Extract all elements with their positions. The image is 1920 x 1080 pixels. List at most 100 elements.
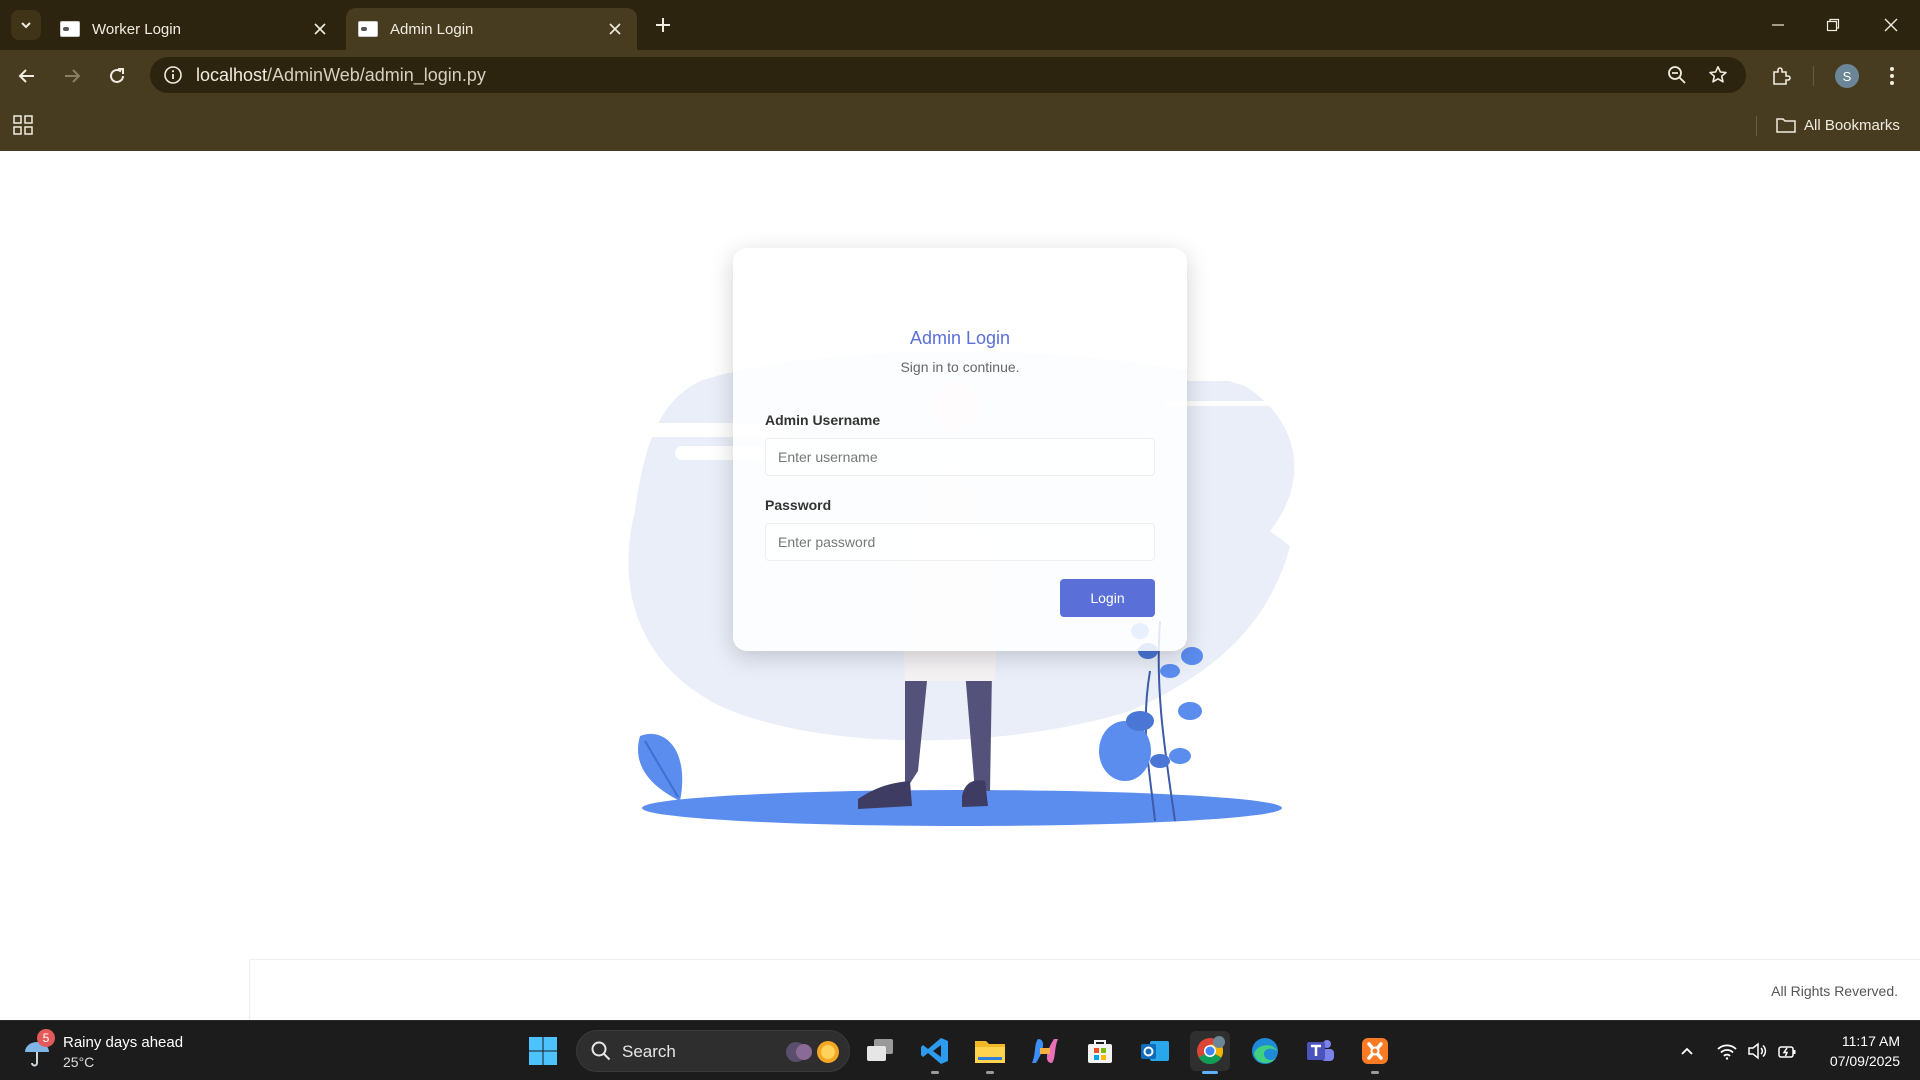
task-view-icon — [867, 1039, 893, 1061]
taskbar-chrome[interactable] — [1190, 1031, 1230, 1074]
site-info-icon[interactable] — [162, 64, 184, 86]
tab-close-button[interactable] — [308, 17, 332, 41]
all-bookmarks-label: All Bookmarks — [1804, 116, 1900, 134]
folder-icon — [975, 1041, 1005, 1063]
toolbar-divider — [1813, 66, 1814, 86]
close-icon — [1884, 18, 1898, 32]
url-path: /AdminWeb/admin_login.py — [267, 65, 486, 85]
taskbar-xampp[interactable] — [1355, 1031, 1395, 1074]
show-hidden-icons-button[interactable] — [1675, 1039, 1699, 1063]
search-label: Search — [622, 1042, 676, 1061]
back-button[interactable] — [11, 60, 43, 92]
store-icon — [1088, 1040, 1112, 1063]
zoom-button[interactable] — [1664, 62, 1690, 88]
page-footer: All Rights Reverved. — [249, 959, 1920, 1020]
forward-button[interactable] — [56, 60, 88, 92]
restore-button[interactable] — [1818, 10, 1848, 40]
volume-status[interactable] — [1745, 1039, 1769, 1063]
taskbar-outlook[interactable] — [1135, 1031, 1175, 1071]
vscode-icon — [921, 1038, 948, 1064]
taskbar-edge[interactable] — [1245, 1031, 1285, 1071]
tab-admin-login[interactable]: Admin Login — [346, 8, 637, 50]
close-icon — [314, 23, 326, 35]
clock-date: 07/09/2025 — [1829, 1053, 1900, 1069]
footer-copyright: All Rights Reverved. — [1771, 983, 1898, 999]
url-host: localhost — [196, 65, 268, 85]
login-card: Admin Login Sign in to continue. Admin U… — [733, 248, 1187, 651]
taskbar-microsoft-store[interactable] — [1080, 1031, 1120, 1071]
url-text: localhost/AdminWeb/admin_login.py — [196, 65, 486, 86]
minimize-button[interactable] — [1763, 10, 1793, 40]
battery-status[interactable] — [1775, 1039, 1799, 1063]
restore-icon — [1826, 18, 1840, 32]
running-indicator — [1202, 1071, 1218, 1074]
edge-icon — [1252, 1038, 1278, 1064]
star-icon — [1709, 66, 1727, 83]
puzzle-icon — [1773, 67, 1791, 85]
weather-widget[interactable]: 5 Rainy days ahead 25°C — [22, 1029, 202, 1073]
weather-temperature: 25°C — [63, 1054, 95, 1070]
wifi-status[interactable] — [1715, 1039, 1739, 1063]
running-indicator — [1371, 1071, 1379, 1074]
tab-strip: Worker Login Admin Login — [0, 0, 1920, 50]
battery-charging-icon — [1778, 1046, 1796, 1058]
weather-title: Rainy days ahead — [63, 1034, 184, 1051]
search-icon — [591, 1041, 611, 1061]
speaker-icon — [1748, 1042, 1767, 1060]
chevron-down-icon — [21, 22, 31, 29]
search-highlight-icon — [786, 1041, 839, 1063]
page-content: Admin Login Sign in to continue. Admin U… — [0, 151, 1920, 1020]
taskbar-vscode[interactable] — [915, 1031, 955, 1074]
username-input[interactable] — [765, 438, 1155, 476]
wifi-icon — [1717, 1044, 1737, 1060]
running-indicator — [986, 1071, 994, 1074]
login-title: Admin Login — [909, 328, 1011, 348]
chrome-icon — [1197, 1036, 1225, 1065]
clock-time: 11:17 AM — [1841, 1033, 1900, 1049]
extensions-button[interactable] — [1767, 62, 1795, 90]
folder-icon — [1776, 118, 1796, 133]
arrow-right-icon — [65, 69, 81, 83]
tab-title: Admin Login — [390, 20, 474, 38]
bookmarks-bar: All Bookmarks — [0, 100, 1920, 151]
xampp-icon — [1362, 1038, 1388, 1064]
zoom-out-icon — [1668, 66, 1686, 84]
page-favicon-icon — [358, 21, 378, 37]
tab-title: Worker Login — [92, 20, 181, 38]
reload-icon — [110, 68, 124, 83]
login-button[interactable]: Login — [1060, 579, 1155, 617]
more-vertical-icon — [1890, 67, 1894, 85]
tab-worker-login[interactable]: Worker Login — [48, 8, 342, 50]
taskbar-file-explorer[interactable] — [970, 1031, 1010, 1074]
all-bookmarks-button[interactable]: All Bookmarks — [1776, 113, 1900, 137]
tab-close-button[interactable] — [603, 17, 627, 41]
arrow-left-icon — [18, 69, 34, 83]
outlook-icon — [1141, 1041, 1169, 1061]
system-clock[interactable]: 11:17 AM 07/09/2025 — [1800, 1031, 1900, 1071]
taskbar-task-view[interactable] — [860, 1031, 900, 1071]
page-favicon-icon — [60, 21, 80, 37]
taskbar-copilot[interactable] — [1025, 1031, 1065, 1071]
windows-start-icon[interactable] — [528, 1036, 558, 1066]
running-indicator — [931, 1071, 939, 1074]
minimize-icon — [1772, 24, 1784, 26]
weather-alert-badge: 5 — [37, 1029, 55, 1047]
profile-avatar[interactable]: S — [1835, 64, 1859, 88]
browser-menu-button[interactable] — [1878, 62, 1906, 90]
tab-search-button[interactable] — [11, 10, 41, 40]
taskbar-search[interactable]: Search — [576, 1030, 850, 1072]
taskbar-teams[interactable] — [1300, 1031, 1340, 1071]
login-subtitle: Sign in to continue. — [900, 359, 1020, 375]
username-label: Admin Username — [765, 412, 881, 428]
chevron-up-icon — [1681, 1047, 1693, 1055]
address-bar[interactable]: localhost/AdminWeb/admin_login.py — [150, 57, 1746, 93]
close-window-button[interactable] — [1876, 10, 1906, 40]
reload-button[interactable] — [101, 60, 133, 92]
bookmark-star-button[interactable] — [1705, 62, 1731, 88]
password-input[interactable] — [765, 523, 1155, 561]
apps-grid-icon[interactable] — [12, 114, 34, 136]
browser-toolbar: localhost/AdminWeb/admin_login.py S — [0, 50, 1920, 100]
new-tab-button[interactable] — [650, 12, 676, 38]
plus-icon — [656, 18, 670, 32]
close-icon — [609, 23, 621, 35]
